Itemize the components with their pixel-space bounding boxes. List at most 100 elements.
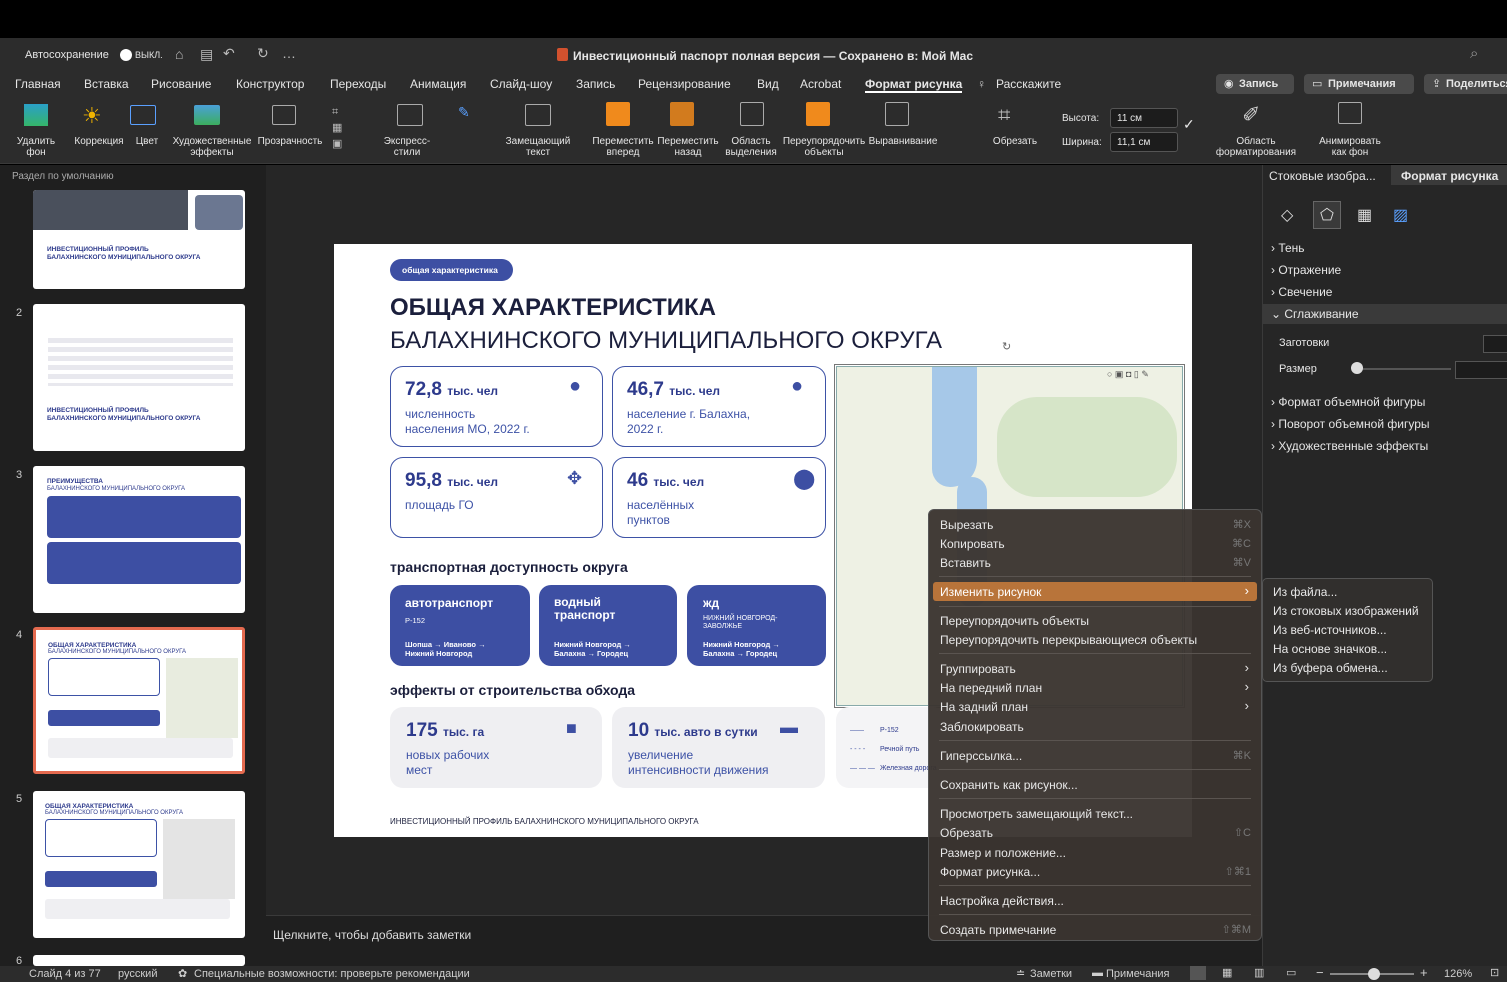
remove-background-icon[interactable]: [24, 104, 48, 126]
color-icon[interactable]: [130, 105, 156, 125]
accessibility-status[interactable]: Специальные возможности: проверьте реком…: [194, 968, 470, 980]
document-title[interactable]: Инвестиционный паспорт полная версия — С…: [573, 49, 973, 63]
menu-item-format-picture[interactable]: Формат рисунка...: [940, 865, 1040, 879]
tab-format-picture[interactable]: Формат рисунка: [1401, 169, 1498, 183]
picture-tools-icons[interactable]: ⌗ ▦ ▣: [332, 104, 342, 152]
reading-view-icon[interactable]: ▥: [1254, 966, 1264, 979]
slide-thumbnail-1[interactable]: ИНВЕСТИЦИОННЫЙ ПРОФИЛЬ БАЛАХНИНСКОГО МУН…: [33, 190, 245, 289]
fill-line-icon[interactable]: ◇: [1281, 205, 1293, 225]
section-3d-rotation[interactable]: › Поворот объемной фигуры: [1271, 417, 1430, 431]
menu-item-group[interactable]: Группировать: [940, 662, 1016, 676]
menu-item-paste[interactable]: Вставить: [940, 556, 991, 570]
picture-icon[interactable]: ▨: [1393, 205, 1408, 225]
normal-view-icon[interactable]: [1190, 966, 1206, 980]
tab-home[interactable]: Главная: [15, 77, 61, 91]
tab-picture-format[interactable]: Формат рисунка: [865, 77, 963, 93]
format-pane-icon[interactable]: ✐: [1242, 102, 1260, 128]
corrections-button[interactable]: Коррекция: [72, 136, 126, 147]
sun-icon[interactable]: ☀: [82, 103, 102, 129]
menu-item-send-to-back[interactable]: На задний план: [940, 700, 1028, 714]
format-pane-button[interactable]: Область форматирования: [1212, 136, 1300, 158]
notes-button[interactable]: Заметки: [1030, 968, 1072, 980]
width-field[interactable]: 11,1 см: [1110, 132, 1178, 152]
menu-item-bring-to-front[interactable]: На передний план: [940, 681, 1042, 695]
section-artistic-effects[interactable]: › Художественные эффекты: [1271, 439, 1428, 453]
transport-heading[interactable]: транспортная доступность округа: [390, 559, 628, 575]
home-icon[interactable]: ⌂: [175, 46, 183, 62]
size-slider-thumb[interactable]: [1351, 362, 1363, 374]
share-button[interactable]: ⇪ Поделиться: [1424, 74, 1507, 94]
crop-icon[interactable]: ⌗: [998, 102, 1010, 128]
animate-background-button[interactable]: Анимировать как фон: [1312, 136, 1388, 158]
transparency-button[interactable]: Прозрачность: [255, 136, 325, 147]
section-glow[interactable]: › Свечение: [1271, 285, 1332, 299]
menu-item-arrange[interactable]: Переупорядочить объекты: [940, 614, 1089, 628]
remove-background-button[interactable]: Удалить фон: [12, 136, 60, 158]
bring-forward-icon[interactable]: [606, 102, 630, 126]
slide-thumbnail-2[interactable]: ИНВЕСТИЦИОННЫЙ ПРОФИЛЬ БАЛАХНИНСКОГО МУН…: [33, 304, 245, 451]
slideshow-view-icon[interactable]: ▭: [1286, 966, 1296, 979]
section-soft-edges[interactable]: ⌄ Сглаживание: [1271, 307, 1359, 321]
submenu-from-icons[interactable]: На основе значков...: [1273, 642, 1387, 656]
menu-item-arrange-overlapping[interactable]: Переупорядочить перекрывающиеся объекты: [940, 633, 1197, 647]
zoom-in-icon[interactable]: +: [1420, 965, 1428, 980]
alt-text-button[interactable]: Замещающий текст: [504, 136, 572, 158]
slide-subtitle[interactable]: БАЛАХНИНСКОГО МУНИЦИПАЛЬНОГО ОКРУГА: [390, 327, 942, 355]
selection-pane-button[interactable]: Область выделения: [722, 136, 780, 158]
menu-item-action-settings[interactable]: Настройка действия...: [940, 894, 1064, 908]
menu-item-save-as-picture[interactable]: Сохранить как рисунок...: [940, 778, 1078, 792]
tab-stock-images[interactable]: Стоковые изобра...: [1269, 169, 1376, 183]
fit-to-window-icon[interactable]: ⊡: [1490, 966, 1499, 979]
record-button[interactable]: ◉ Запись: [1216, 74, 1294, 94]
tell-me[interactable]: Расскажите: [996, 77, 1061, 91]
submenu-from-web[interactable]: Из веб-источников...: [1273, 623, 1387, 637]
menu-item-hyperlink[interactable]: Гиперссылка...: [940, 749, 1022, 763]
selection-pane-icon[interactable]: [740, 102, 764, 126]
artistic-effects-icon[interactable]: [194, 105, 220, 125]
tab-record[interactable]: Запись: [576, 77, 615, 91]
send-backward-button[interactable]: Переместить назад: [656, 136, 720, 158]
redo-icon[interactable]: ↻: [257, 45, 269, 62]
slide-thumbnail-5[interactable]: ОБЩАЯ ХАРАКТЕРИСТИКА БАЛАХНИНСКОГО МУНИЦ…: [33, 791, 245, 938]
section-reflection[interactable]: › Отражение: [1271, 263, 1341, 277]
menu-item-copy[interactable]: Копировать: [940, 537, 1005, 551]
tab-design[interactable]: Конструктор: [236, 77, 304, 91]
send-backward-icon[interactable]: [670, 102, 694, 126]
arrange-button[interactable]: Переупорядочить объекты: [780, 136, 868, 158]
crop-button[interactable]: Обрезать: [990, 136, 1040, 147]
tab-slideshow[interactable]: Слайд-шоу: [490, 77, 552, 91]
more-icon[interactable]: …: [282, 45, 296, 61]
tab-animations[interactable]: Анимация: [410, 77, 466, 91]
comments-button[interactable]: ▭ Примечания: [1304, 74, 1414, 94]
menu-item-change-picture[interactable]: Изменить рисунок: [940, 585, 1041, 599]
rotate-handle-icon[interactable]: ↻: [1002, 340, 1011, 353]
save-icon[interactable]: ▤: [200, 46, 213, 63]
menu-item-lock[interactable]: Заблокировать: [940, 720, 1024, 734]
size-position-icon[interactable]: ▦: [1357, 205, 1372, 225]
slide-thumbnail-4-selected[interactable]: ОБЩАЯ ХАРАКТЕРИСТИКА БАЛАХНИНСКОГО МУНИЦ…: [33, 627, 245, 774]
notes-placeholder[interactable]: Щелкните, чтобы добавить заметки: [273, 928, 471, 942]
slide-thumbnail-6[interactable]: [33, 955, 245, 966]
menu-item-view-alt-text[interactable]: Просмотреть замещающий текст...: [940, 807, 1133, 821]
color-button[interactable]: Цвет: [132, 136, 162, 147]
alt-text-icon[interactable]: [525, 104, 551, 126]
undo-icon[interactable]: ↶: [223, 45, 235, 62]
grid-view-icon[interactable]: ▦: [1222, 966, 1232, 979]
presets-dropdown[interactable]: [1483, 335, 1507, 353]
zoom-level[interactable]: 126%: [1444, 968, 1472, 980]
quick-styles-button[interactable]: Экспресс-стили: [374, 136, 440, 158]
artistic-effects-button[interactable]: Художественные эффекты: [170, 136, 254, 158]
zoom-slider-thumb[interactable]: [1368, 968, 1380, 980]
slide-title[interactable]: ОБЩАЯ ХАРАКТЕРИСТИКА: [390, 294, 716, 322]
section-shadow[interactable]: › Тень: [1271, 241, 1305, 255]
submenu-from-file[interactable]: Из файла...: [1273, 585, 1337, 599]
arrange-icon[interactable]: [806, 102, 830, 126]
menu-item-new-comment[interactable]: Создать примечание: [940, 923, 1056, 937]
height-field[interactable]: 11 см: [1110, 108, 1178, 128]
tab-review[interactable]: Рецензирование: [638, 77, 731, 91]
slide-thumbnail-3[interactable]: ПРЕИМУЩЕСТВА БАЛАХНИНСКОГО МУНИЦИПАЛЬНОГ…: [33, 466, 245, 613]
menu-item-crop[interactable]: Обрезать: [940, 826, 993, 840]
transparency-icon[interactable]: [272, 105, 296, 125]
menu-item-cut[interactable]: Вырезать: [940, 518, 993, 532]
quick-styles-icon[interactable]: [397, 104, 423, 126]
